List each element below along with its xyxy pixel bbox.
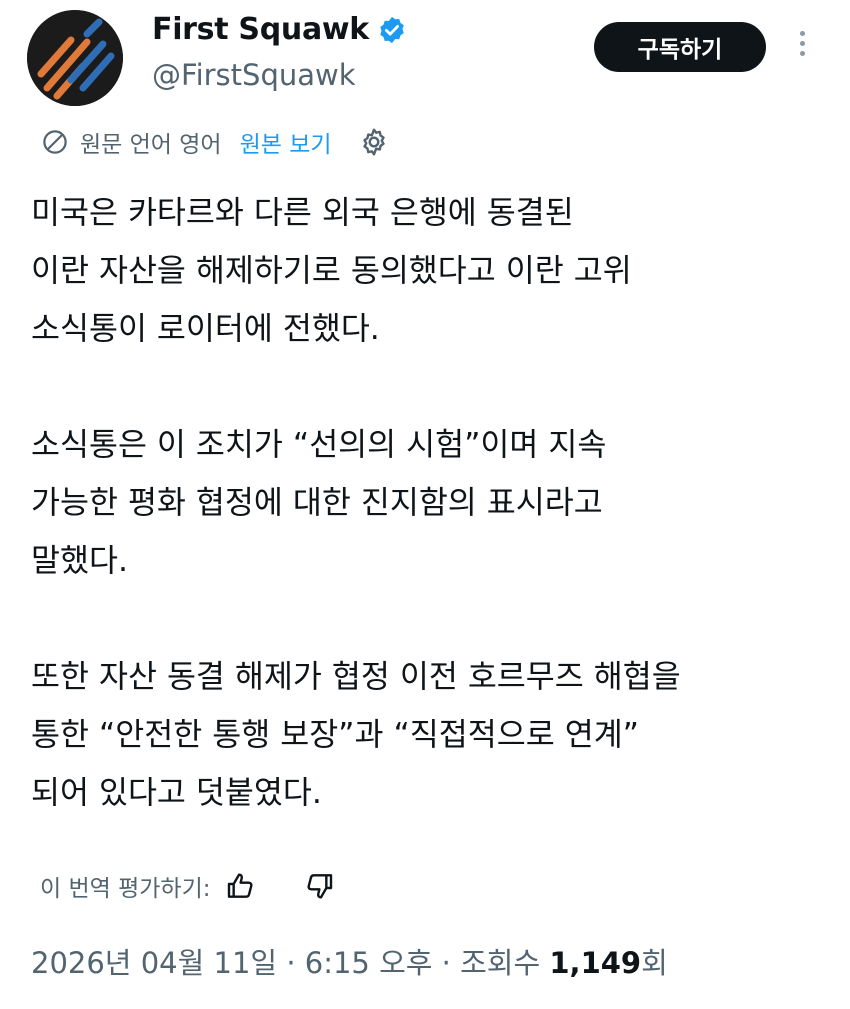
tweet-line: 또한 자산 동결 해제가 협정 이전 호르무즈 해협을 [31, 659, 681, 695]
translation-rating: 이 번역 평가하기: [40, 864, 335, 908]
views-label: 조회수 [460, 946, 541, 980]
tweet-paragraph: 또한 자산 동결 해제가 협정 이전 호르무즈 해협을 통한 “안전한 통행 보… [31, 648, 831, 822]
tweet-line: 이란 자산을 해제하기로 동의했다고 이란 고위 [31, 253, 632, 289]
tweet-line: 통한 “안전한 통행 보장”과 “직접적으로 연계” [31, 717, 640, 753]
views-count: 1,149 [549, 946, 642, 980]
tweet-header: First Squawk @FirstSquawk 구독하기 [0, 0, 850, 110]
tweet-line: 말했다. [31, 543, 128, 579]
tweet-line: 되어 있다고 덧붙였다. [31, 775, 322, 811]
source-language-label: 원문 언어 영어 [80, 132, 222, 158]
tweet-paragraph: 소식통은 이 조치가 “선의의 시험”이며 지속 가능한 평화 협정에 대한 진… [31, 416, 831, 590]
user-handle[interactable]: @FirstSquawk [152, 58, 356, 92]
first-squawk-logo-icon [27, 10, 123, 106]
tweet-line: 소식통은 이 조치가 “선의의 시험”이며 지속 [31, 427, 607, 463]
thumbs-down-icon[interactable] [303, 870, 335, 902]
post-date[interactable]: 2026년 04월 11일 [31, 946, 277, 980]
post-time[interactable]: 6:15 오후 [305, 946, 433, 980]
tweet-text: 미국은 카타르와 다른 외국 은행에 동결된 이란 자산을 해제하기로 동의했다… [31, 184, 831, 822]
view-original-link[interactable]: 원본 보기 [240, 125, 332, 159]
meta-separator: · [286, 946, 296, 980]
subscribe-button[interactable]: 구독하기 [594, 22, 766, 72]
rate-translation-label: 이 번역 평가하기: [40, 876, 211, 902]
avatar[interactable] [27, 10, 123, 106]
display-name[interactable]: First Squawk [152, 12, 369, 47]
translate-globe-icon [43, 130, 67, 154]
tweet-line: 가능한 평화 협정에 대한 진지함의 표시라고 [31, 485, 603, 521]
gear-icon[interactable] [358, 126, 390, 158]
more-vertical-icon[interactable] [790, 26, 814, 70]
views-suffix: 회 [641, 946, 668, 980]
name-row: First Squawk [152, 12, 407, 47]
tweet-meta: 2026년 04월 11일 · 6:15 오후 · 조회수 1,149회 [31, 940, 668, 982]
verified-badge-icon [380, 16, 404, 43]
tweet-line: 소식통이 로이터에 전했다. [31, 311, 380, 347]
thumbs-up-icon[interactable] [225, 870, 257, 902]
tweet-line: 미국은 카타르와 다른 외국 은행에 동결된 [31, 195, 574, 231]
meta-separator: · [441, 946, 451, 980]
tweet-paragraph: 미국은 카타르와 다른 외국 은행에 동결된 이란 자산을 해제하기로 동의했다… [31, 184, 831, 358]
translation-bar: 원문 언어 영어 원본 보기 [40, 122, 390, 162]
